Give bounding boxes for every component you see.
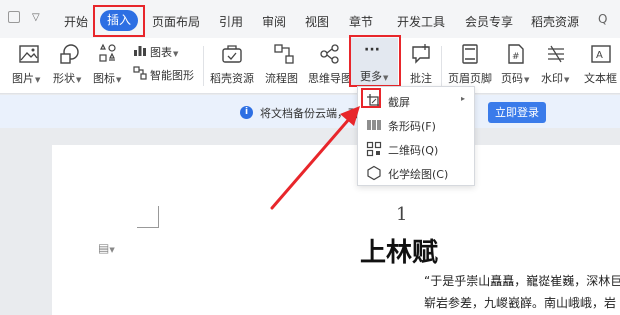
annotation-arrow	[270, 106, 360, 210]
